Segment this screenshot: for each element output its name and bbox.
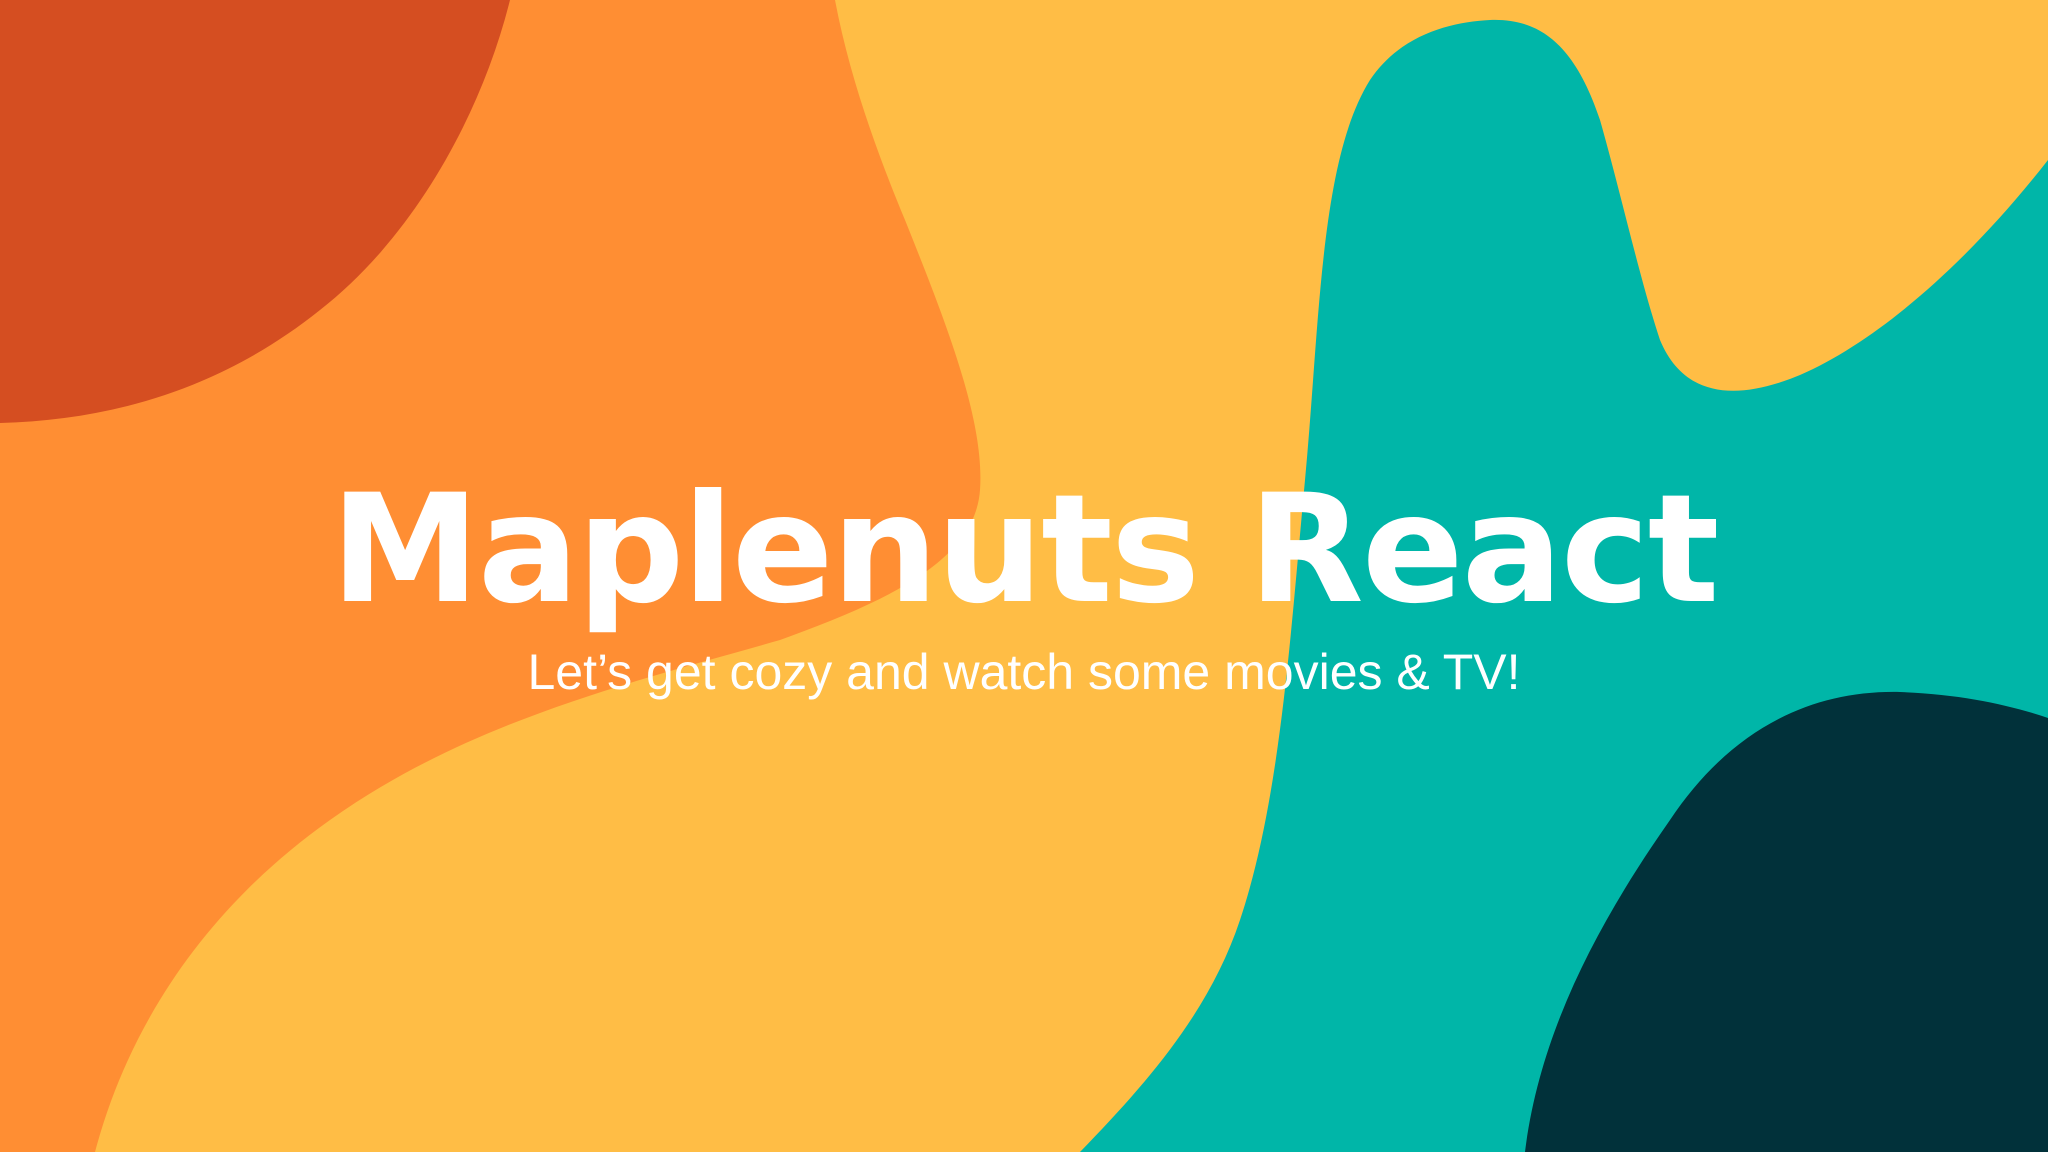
- page-subtitle: Let’s get cozy and watch some movies & T…: [527, 644, 1521, 700]
- title-slide: Maplenuts React Let’s get cozy and watch…: [0, 0, 2048, 1152]
- page-title: Maplenuts React: [330, 463, 1720, 637]
- hero-section: Maplenuts React Let’s get cozy and watch…: [0, 460, 2048, 704]
